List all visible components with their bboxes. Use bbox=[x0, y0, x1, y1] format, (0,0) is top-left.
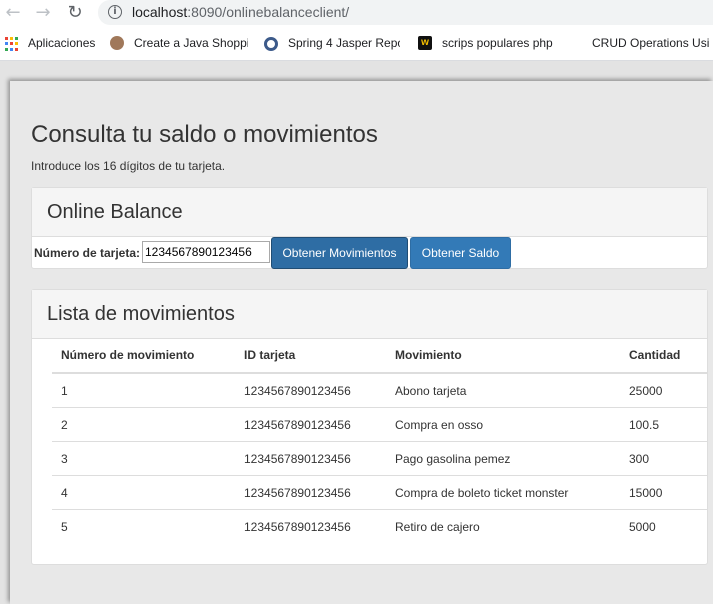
row-movimiento: Compra de boleto ticket monster bbox=[395, 475, 629, 510]
row-numero: 1 bbox=[52, 372, 244, 408]
row-movimiento: Compra en osso bbox=[395, 407, 629, 442]
url-path: :8090/onlinebalanceclient/ bbox=[187, 4, 350, 20]
table-row: 3 1234567890123456 Pago gasolina pemez 3… bbox=[52, 441, 707, 476]
balance-panel: Online Balance Número de tarjeta: Obtene… bbox=[31, 187, 708, 269]
apps-grid-icon bbox=[5, 37, 19, 51]
page-background: Consulta tu saldo o movimientos Introduc… bbox=[0, 61, 713, 604]
table-row: 2 1234567890123456 Compra en osso 100.5 bbox=[52, 407, 707, 442]
movements-panel: Lista de movimientos Número de movimient… bbox=[31, 289, 708, 565]
card-number-label: Número de tarjeta: bbox=[34, 246, 141, 260]
info-icon[interactable]: i bbox=[108, 5, 122, 19]
row-id-tarjeta: 1234567890123456 bbox=[244, 441, 395, 476]
bookmark-java-shopping[interactable]: Create a Java Shoppi bbox=[134, 36, 248, 50]
balance-panel-heading: Online Balance bbox=[32, 188, 707, 237]
table-row: 5 1234567890123456 Retiro de cajero 5000 bbox=[52, 509, 707, 543]
back-arrow-icon[interactable]: ← bbox=[2, 2, 24, 24]
bookmark-aplicaciones[interactable]: Aplicaciones bbox=[28, 36, 95, 50]
row-id-tarjeta: 1234567890123456 bbox=[244, 407, 395, 442]
row-cantidad: 100.5 bbox=[629, 407, 707, 442]
row-id-tarjeta: 1234567890123456 bbox=[244, 372, 395, 408]
movements-table: Número de movimiento ID tarjeta Movimien… bbox=[52, 338, 707, 543]
browser-toolbar: ← → ↻ i localhost:8090/onlinebalanceclie… bbox=[0, 0, 713, 27]
reload-icon[interactable]: ↻ bbox=[64, 2, 86, 24]
row-cantidad: 15000 bbox=[629, 475, 707, 510]
table-row: 4 1234567890123456 Compra de boleto tick… bbox=[52, 475, 707, 510]
page-subtitle: Introduce los 16 dígitos de tu tarjeta. bbox=[31, 159, 226, 173]
row-numero: 4 bbox=[52, 475, 244, 510]
main-container: Consulta tu saldo o movimientos Introduc… bbox=[10, 81, 713, 604]
row-cantidad: 5000 bbox=[629, 509, 707, 543]
bookmarks-bar: Aplicaciones Create a Java Shoppi Spring… bbox=[0, 27, 713, 61]
address-bar[interactable]: i localhost:8090/onlinebalanceclient/ bbox=[98, 0, 713, 25]
forward-arrow-icon[interactable]: → bbox=[32, 2, 54, 24]
movements-panel-heading: Lista de movimientos bbox=[32, 290, 707, 339]
bookmark-spring-jasper[interactable]: Spring 4 Jasper Repo bbox=[288, 36, 400, 50]
url-text: localhost:8090/onlinebalanceclient/ bbox=[132, 4, 349, 20]
row-cantidad: 300 bbox=[629, 441, 707, 476]
row-numero: 2 bbox=[52, 407, 244, 442]
bookmark-scrips-php[interactable]: scrips populares php bbox=[442, 36, 553, 50]
row-movimiento: Retiro de cajero bbox=[395, 509, 629, 543]
row-numero: 5 bbox=[52, 509, 244, 543]
page-title: Consulta tu saldo o movimientos bbox=[31, 121, 378, 148]
row-numero: 3 bbox=[52, 441, 244, 476]
row-id-tarjeta: 1234567890123456 bbox=[244, 475, 395, 510]
java-bookmark-icon bbox=[110, 36, 124, 50]
col-movimiento: Movimiento bbox=[395, 338, 629, 374]
col-numero-movimiento: Número de movimiento bbox=[52, 338, 244, 374]
php-bookmark-icon: w bbox=[418, 36, 432, 50]
table-row: 1 1234567890123456 Abono tarjeta 25000 bbox=[52, 372, 707, 408]
obtener-saldo-button[interactable]: Obtener Saldo bbox=[410, 237, 511, 269]
row-movimiento: Abono tarjeta bbox=[395, 372, 629, 408]
card-number-input[interactable] bbox=[142, 241, 270, 263]
row-movimiento: Pago gasolina pemez bbox=[395, 441, 629, 476]
bookmark-crud-operations[interactable]: CRUD Operations Usi bbox=[592, 36, 713, 50]
col-cantidad: Cantidad bbox=[629, 338, 707, 374]
row-cantidad: 25000 bbox=[629, 372, 707, 408]
row-id-tarjeta: 1234567890123456 bbox=[244, 509, 395, 543]
url-host: localhost bbox=[132, 4, 188, 20]
spring-bookmark-icon bbox=[264, 37, 278, 51]
table-header-row: Número de movimiento ID tarjeta Movimien… bbox=[52, 338, 707, 374]
col-id-tarjeta: ID tarjeta bbox=[244, 338, 395, 374]
obtener-movimientos-button[interactable]: Obtener Movimientos bbox=[271, 237, 408, 269]
